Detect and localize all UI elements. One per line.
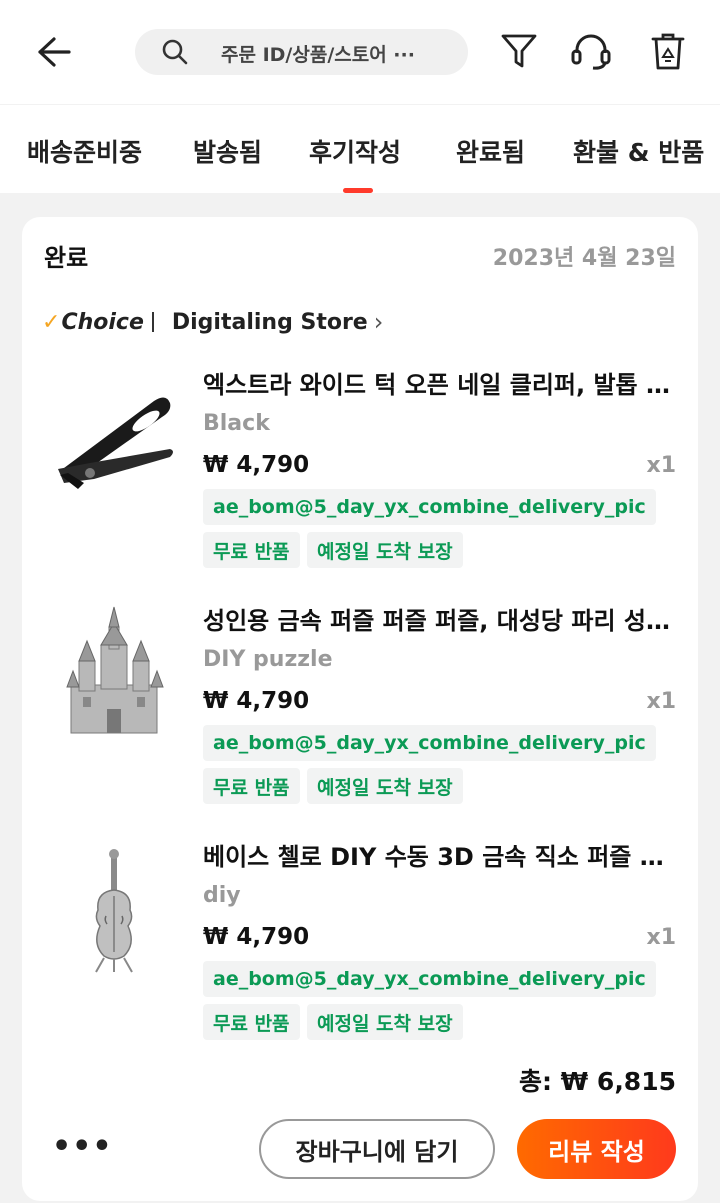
delivery-tag: ae_bom@5_day_yx_combine_delivery_pic bbox=[203, 961, 656, 997]
item-title[interactable]: 성인용 금속 퍼즐 퍼즐 퍼즐, 대성당 파리 성 모델 bbox=[203, 601, 675, 636]
free-return-tag: 무료 반품 bbox=[203, 532, 300, 568]
check-icon: ✓ bbox=[42, 309, 61, 335]
top-header: 주문 ID/상품/스토어 ··· bbox=[0, 0, 720, 104]
guaranteed-arrival-tag: 예정일 도착 보장 bbox=[307, 768, 463, 804]
item-price: ₩ 4,790 bbox=[203, 452, 310, 478]
guaranteed-arrival-tag: 예정일 도착 보장 bbox=[307, 1004, 463, 1040]
guaranteed-arrival-tag: 예정일 도착 보장 bbox=[307, 532, 463, 568]
product-image-cello-puzzle[interactable] bbox=[44, 837, 184, 985]
tab-shipped[interactable]: 발송됨 bbox=[193, 133, 262, 169]
search-icon bbox=[161, 38, 189, 70]
free-return-tag: 무료 반품 bbox=[203, 1004, 300, 1040]
filter-icon[interactable] bbox=[496, 28, 542, 74]
more-options-icon[interactable]: ••• bbox=[52, 1129, 113, 1164]
item-quantity: x1 bbox=[646, 453, 677, 478]
write-review-button[interactable]: 리뷰 작성 bbox=[517, 1119, 676, 1179]
item-quantity: x1 bbox=[646, 925, 677, 950]
item-variant: diy bbox=[203, 883, 241, 908]
active-tab-indicator bbox=[343, 188, 373, 193]
order-date: 2023년 4월 23일 bbox=[492, 246, 676, 271]
item-price: ₩ 4,790 bbox=[203, 924, 310, 950]
delivery-tag: ae_bom@5_day_yx_combine_delivery_pic bbox=[203, 489, 656, 525]
order-item[interactable]: 성인용 금속 퍼즐 퍼즐 퍼즐, 대성당 파리 성 모델 DIY puzzle … bbox=[22, 601, 698, 811]
free-return-tag: 무료 반품 bbox=[203, 768, 300, 804]
tab-preparing[interactable]: 배송준비중 bbox=[27, 133, 142, 169]
tab-completed[interactable]: 완료됨 bbox=[456, 133, 525, 169]
order-status: 완료 bbox=[44, 244, 89, 272]
delivery-tag: ae_bom@5_day_yx_combine_delivery_pic bbox=[203, 725, 656, 761]
choice-badge: ✓ Choice bbox=[42, 310, 144, 335]
order-card: 완료 2023년 4월 23일 ✓ Choice Digitaling Stor… bbox=[22, 217, 698, 1201]
order-item[interactable]: 엑스트라 와이드 턱 오픈 네일 클리퍼, 발톱 깎이 Black ₩ 4,79… bbox=[22, 365, 698, 575]
chevron-right-icon: › bbox=[373, 308, 384, 336]
search-placeholder: 주문 ID/상품/스토어 ··· bbox=[221, 44, 415, 66]
choice-label: Choice bbox=[61, 309, 144, 335]
order-total: 총: ₩ 6,815 bbox=[518, 1067, 676, 1096]
item-title[interactable]: 베이스 첼로 DIY 수동 3D 금속 직소 퍼즐 모델 bbox=[203, 837, 675, 872]
back-arrow-icon[interactable] bbox=[32, 30, 76, 74]
item-variant: DIY puzzle bbox=[203, 647, 333, 672]
search-input[interactable]: 주문 ID/상품/스토어 ··· bbox=[135, 29, 468, 75]
product-image-castle-puzzle[interactable] bbox=[44, 601, 184, 749]
item-price: ₩ 4,790 bbox=[203, 688, 310, 714]
item-quantity: x1 bbox=[646, 689, 677, 714]
order-item[interactable]: 베이스 첼로 DIY 수동 3D 금속 직소 퍼즐 모델 diy ₩ 4,790… bbox=[22, 837, 698, 1047]
headset-icon[interactable] bbox=[568, 28, 614, 74]
add-to-cart-button[interactable]: 장바구니에 담기 bbox=[259, 1119, 495, 1179]
product-image-nail-clipper[interactable] bbox=[44, 365, 184, 513]
item-variant: Black bbox=[203, 411, 270, 436]
divider bbox=[151, 312, 154, 332]
order-status-tabs: 배송준비중 발송됨 후기작성 완료됨 환불 & 반품 bbox=[0, 105, 720, 193]
store-name[interactable]: Digitaling Store bbox=[172, 310, 368, 335]
tab-review[interactable]: 후기작성 bbox=[309, 133, 401, 169]
store-row[interactable]: ✓ Choice Digitaling Store › bbox=[42, 305, 383, 339]
trash-icon[interactable] bbox=[645, 28, 691, 74]
item-title[interactable]: 엑스트라 와이드 턱 오픈 네일 클리퍼, 발톱 깎이 bbox=[203, 365, 675, 400]
tab-refund-return[interactable]: 환불 & 반품 bbox=[573, 133, 704, 169]
